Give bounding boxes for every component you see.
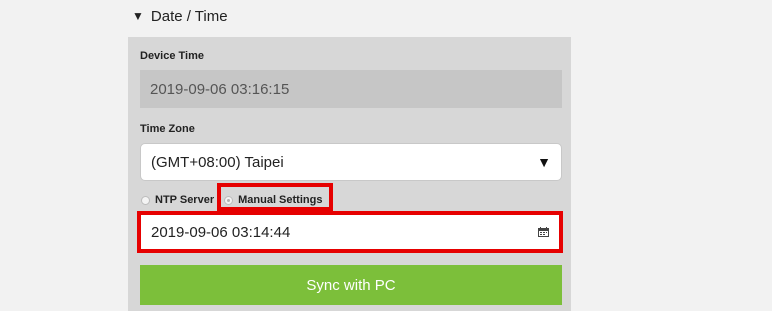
- section-header-date-time[interactable]: ▼ Date / Time: [132, 5, 228, 27]
- time-zone-label: Time Zone: [140, 123, 195, 135]
- device-time-label: Device Time: [140, 50, 205, 62]
- device-time-field: 2019-09-06 03:16:15: [140, 70, 562, 108]
- manual-time-input[interactable]: 2019-09-06 03:14:44: [137, 211, 563, 253]
- ntp-server-label[interactable]: NTP Server: [155, 194, 214, 206]
- manual-settings-highlight: [217, 183, 333, 211]
- time-zone-value: (GMT+08:00) Taipei: [151, 153, 284, 171]
- caret-down-icon[interactable]: ▼: [537, 154, 551, 170]
- section-title: Date / Time: [150, 7, 228, 25]
- manual-time-value: 2019-09-06 03:14:44: [151, 223, 291, 241]
- ntp-server-option[interactable]: NTP Server: [141, 194, 214, 206]
- calendar-icon[interactable]: [538, 227, 549, 237]
- ntp-server-radio[interactable]: [141, 195, 150, 205]
- device-time-value: 2019-09-06 03:16:15: [150, 80, 290, 98]
- time-zone-select[interactable]: (GMT+08:00) Taipei ▼: [140, 143, 562, 181]
- triangle-down-icon[interactable]: ▼: [132, 10, 144, 22]
- sync-with-pc-button[interactable]: Sync with PC: [140, 265, 562, 305]
